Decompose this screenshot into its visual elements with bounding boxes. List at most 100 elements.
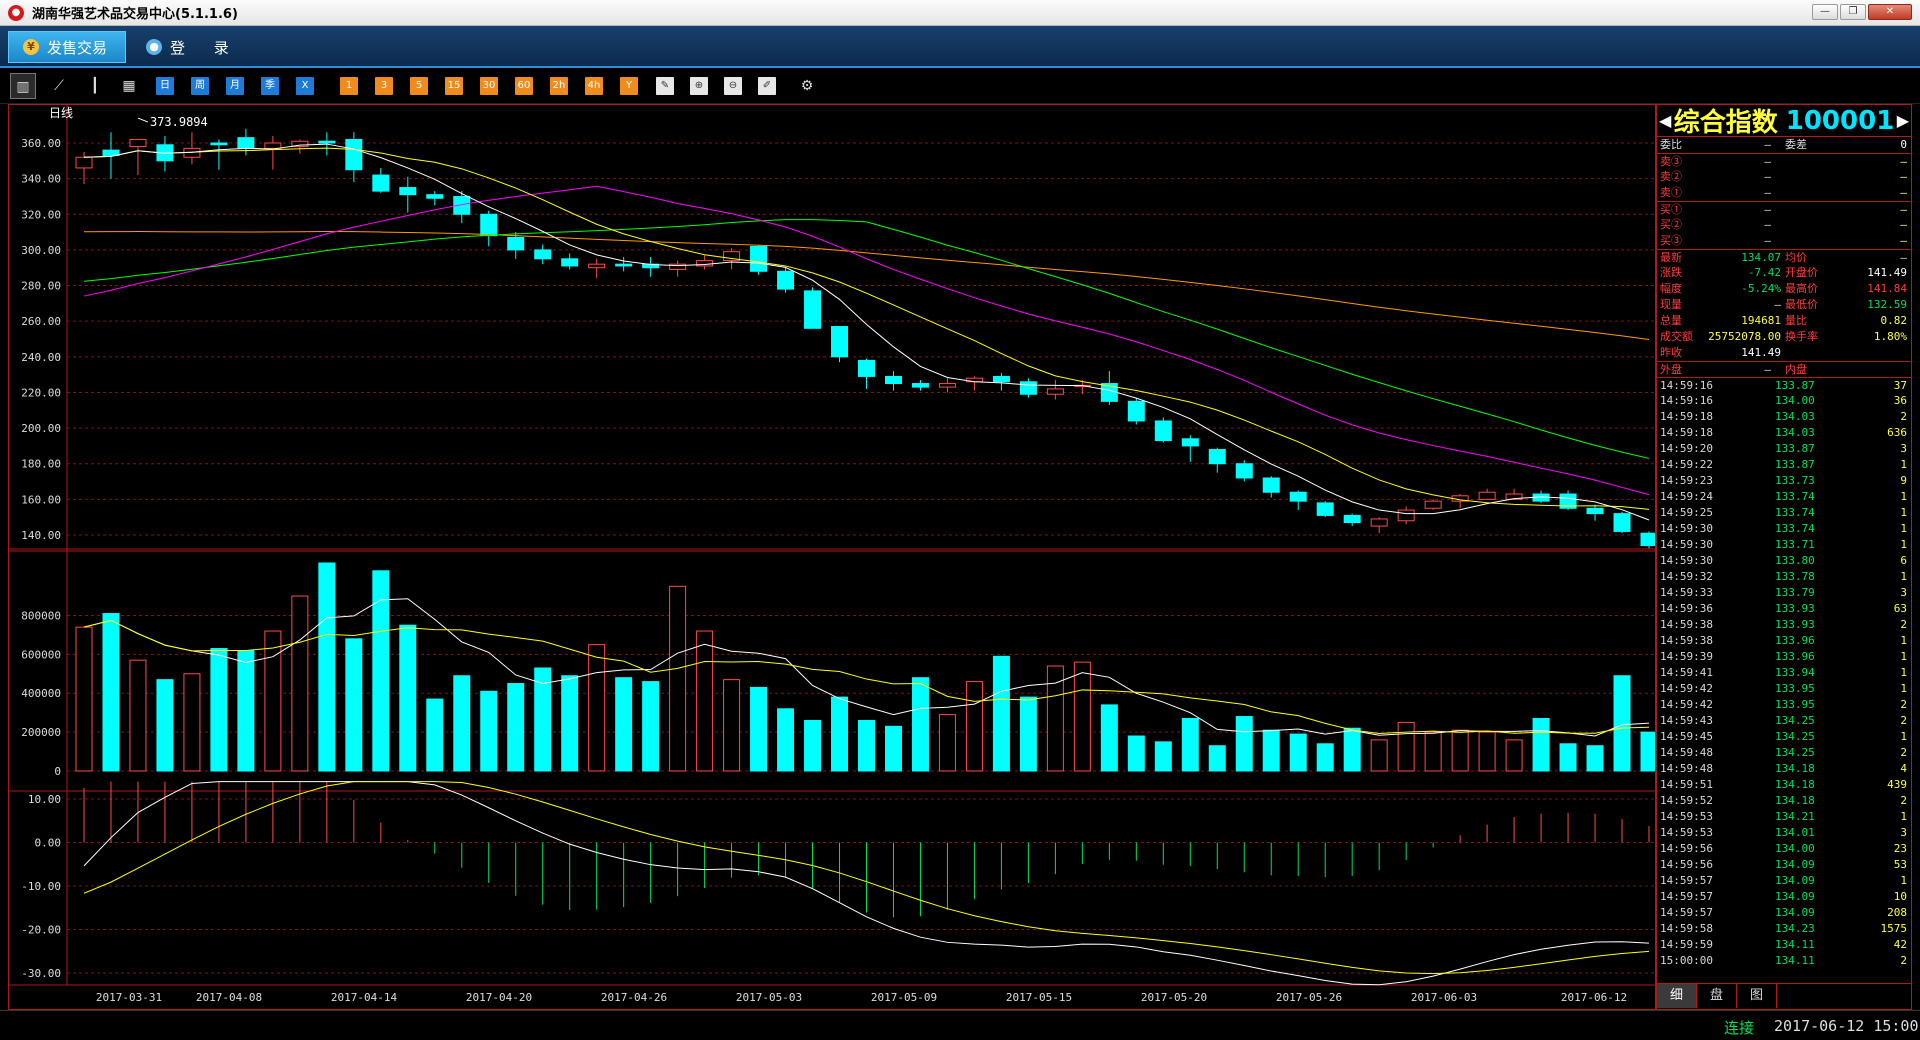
period-button-2[interactable]: 月 (226, 77, 244, 95)
tick-time: 14:59:16 (1660, 379, 1713, 392)
quote-row: 14:59:52 134.18 2 (1657, 793, 1911, 809)
volume-bar (291, 595, 309, 772)
quote-row: 14:59:45 134.25 1 (1657, 729, 1911, 745)
tick-qty: 53 (1893, 858, 1907, 871)
period-button-3[interactable]: 季 (261, 77, 279, 95)
volume-bar (884, 725, 902, 772)
tick-price: 134.09 (1775, 890, 1815, 903)
tick-price: 134.25 (1775, 730, 1815, 743)
stat-label: 量比 (1785, 314, 1807, 327)
tick-price: 134.01 (1775, 826, 1815, 839)
interval-button-0[interactable]: 1 (340, 77, 358, 95)
bid-price: — (1764, 218, 1771, 231)
panel-tab-0[interactable]: 细 (1657, 984, 1697, 1008)
tick-qty: 1 (1900, 810, 1907, 823)
calendar-icon[interactable]: ▦ (120, 77, 138, 95)
pen-icon[interactable]: ✐ (758, 77, 776, 95)
quote-row: 14:59:16 133.87 37 (1657, 377, 1911, 393)
macd-tick-label: 0.00 (35, 837, 62, 850)
price-tick-label: 180.00 (21, 458, 61, 471)
tick-qty: 2 (1900, 410, 1907, 423)
tick-price: 134.00 (1775, 394, 1815, 407)
interval-button-2[interactable]: 5 (410, 77, 428, 95)
prev-symbol-icon[interactable]: ◀ (1659, 111, 1671, 130)
quote-row: 14:59:57 134.09 1 (1657, 873, 1911, 889)
volume-bar (1208, 745, 1226, 772)
tick-time: 14:59:16 (1660, 394, 1713, 407)
connection-status: 连接 (1724, 1019, 1755, 1037)
menu-sell-trade[interactable]: ¥ 发售交易 (8, 31, 126, 63)
interval-button-8[interactable]: Y (620, 77, 638, 95)
minimize-button[interactable]: — (1812, 4, 1838, 20)
tick-qty: 1575 (1880, 922, 1908, 935)
stat-value: 194681 (1741, 314, 1781, 327)
interval-button-4[interactable]: 30 (480, 77, 498, 95)
tick-time: 14:59:58 (1660, 922, 1713, 935)
price-tick-label: 280.00 (21, 280, 61, 293)
quote-row: 买② — — (1657, 217, 1911, 233)
tick-price: 134.03 (1775, 426, 1815, 439)
draw-icon[interactable]: ✎ (656, 77, 674, 95)
interval-button-6[interactable]: 2h (550, 77, 568, 95)
candle-body (1181, 438, 1199, 447)
price-tick-label: 300.00 (21, 244, 61, 257)
tick-price: 134.18 (1775, 762, 1815, 775)
ask-qty: — (1900, 155, 1907, 168)
stat-label: 开盘价 (1785, 266, 1818, 279)
quote-row: 14:59:20 133.87 3 (1657, 441, 1911, 457)
stat-label: 昨收 (1660, 346, 1682, 359)
kline-chart[interactable]: 360.00 340.00 320.00 300.00 280.00 260.00 240.… (8, 104, 1656, 1010)
volume-bar (372, 570, 390, 772)
tick-price: 134.25 (1775, 746, 1815, 759)
panel-tab-1[interactable]: 盘 (1697, 984, 1737, 1008)
tick-qty: 2 (1900, 954, 1907, 967)
quote-row: 14:59:18 134.03 636 (1657, 425, 1911, 441)
candle-body (804, 290, 822, 329)
tick-price: 133.95 (1775, 698, 1815, 711)
volume-bar (1424, 731, 1442, 772)
panel-tab-2[interactable]: 图 (1737, 984, 1777, 1008)
candle-body (1208, 448, 1226, 465)
next-symbol-icon[interactable]: ▶ (1897, 111, 1909, 130)
period-button-4[interactable]: X (296, 77, 314, 95)
quote-row: 14:59:53 134.21 1 (1657, 809, 1911, 825)
menu-login[interactable]: ● 登 录 (140, 31, 250, 63)
volume-bar (480, 690, 498, 772)
candle-body (1424, 500, 1442, 509)
quote-label: 委差 (1785, 138, 1807, 151)
price-tick-label: 140.00 (21, 529, 61, 542)
line-chart-icon[interactable]: ⟋ (50, 77, 68, 95)
candlestick-icon[interactable]: ┃ (86, 77, 104, 95)
quote-row: 14:59:18 134.03 2 (1657, 409, 1911, 425)
volume-bar (1235, 716, 1253, 772)
interval-button-1[interactable]: 3 (375, 77, 393, 95)
tick-price: 134.09 (1775, 874, 1815, 887)
period-button-1[interactable]: 周 (191, 77, 209, 95)
interval-button-7[interactable]: 4h (585, 77, 603, 95)
bar-chart-icon[interactable]: ▥ (10, 73, 36, 99)
quote-row: 14:59:51 134.18 439 (1657, 777, 1911, 793)
stat-label: 换手率 (1785, 330, 1818, 343)
volume-bar (183, 673, 201, 772)
volume-bar (1478, 731, 1496, 772)
interval-button-3[interactable]: 15 (445, 77, 463, 95)
settings-icon[interactable]: ⚙ (798, 77, 816, 95)
bid-qty: — (1900, 218, 1907, 231)
zoom-in-icon[interactable]: ⊕ (690, 77, 708, 95)
close-button[interactable]: ✕ (1868, 4, 1912, 20)
maximize-button[interactable]: ❐ (1840, 4, 1866, 20)
bid-qty: — (1900, 203, 1907, 216)
tick-price: 133.93 (1775, 618, 1815, 631)
volume-bar (1505, 739, 1523, 772)
quote-row: 14:59:41 133.94 1 (1657, 665, 1911, 681)
stat-value: -5.24% (1741, 282, 1781, 295)
candle-body (534, 249, 552, 260)
tick-time: 14:59:52 (1660, 794, 1713, 807)
interval-button-5[interactable]: 60 (515, 77, 533, 95)
tick-qty: 6 (1900, 554, 1907, 567)
tick-price: 133.78 (1775, 570, 1815, 583)
period-button-0[interactable]: 日 (156, 77, 174, 95)
price-tick-label: 360.00 (21, 137, 61, 150)
candle-body (750, 245, 768, 272)
zoom-out-icon[interactable]: ⊖ (724, 77, 742, 95)
